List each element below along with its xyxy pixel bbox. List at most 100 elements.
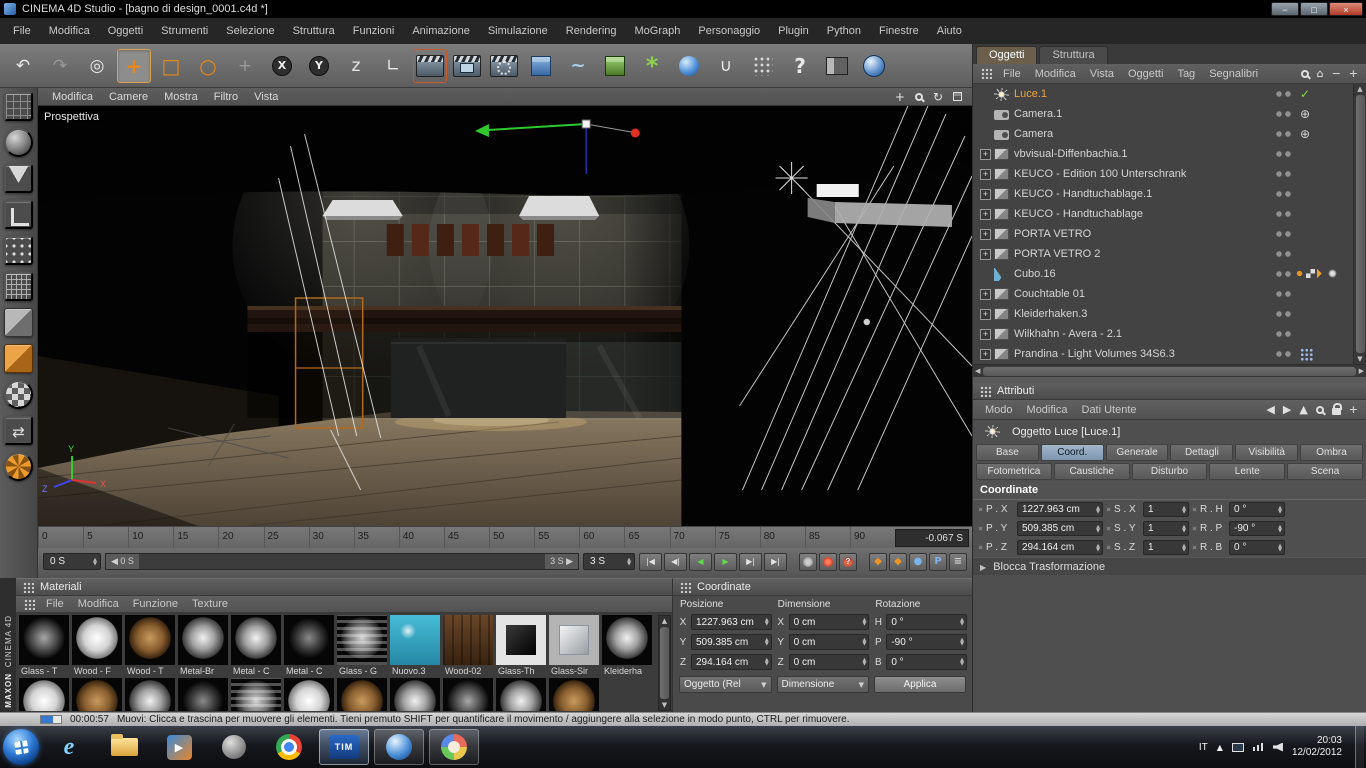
visibility-dots[interactable] [1273, 264, 1295, 284]
object-tag[interactable] [1295, 344, 1353, 364]
lock-icon[interactable] [1331, 402, 1342, 415]
autokey-button[interactable] [819, 552, 837, 571]
link-checkbox[interactable] [978, 526, 983, 531]
prev-key-button[interactable]: ◀| [664, 552, 687, 571]
minimize-button[interactable]: − [1271, 2, 1299, 16]
polygons-mode-icon[interactable] [4, 308, 33, 337]
language-indicator[interactable]: IT [1199, 742, 1208, 753]
timeline-track[interactable]: ◀ 0 S 3 S ▶ [105, 553, 579, 570]
rotation-field[interactable]: 0 ° ▲ ▼ [886, 654, 968, 670]
scale-field[interactable]: 1 ▲ ▼ [1143, 502, 1189, 517]
object-manager-menu-item[interactable]: Tag [1170, 64, 1202, 84]
material-thumbnail[interactable] [390, 678, 440, 711]
move-tool-button[interactable]: + [117, 48, 151, 83]
object-manager-menu-item[interactable]: Vista [1083, 64, 1121, 84]
object-tag[interactable] [1295, 144, 1353, 164]
record-options-button[interactable]: ? [839, 552, 857, 571]
materials-menu-item[interactable]: Modifica [71, 596, 126, 613]
new-window-icon[interactable]: + [1349, 403, 1358, 416]
expand-toggle[interactable] [980, 284, 991, 304]
menu-item[interactable]: Finestre [870, 18, 928, 44]
volume-tray-icon[interactable] [1272, 742, 1283, 752]
position-field[interactable]: 1227.963 cm ▲ ▼ [691, 614, 772, 630]
key-scale-toggle[interactable]: ◆ [889, 552, 907, 571]
material-item[interactable] [178, 678, 229, 711]
taskbar-explorer-button[interactable] [99, 729, 149, 765]
parent-object-icon[interactable]: ▲ [1299, 403, 1307, 416]
material-item[interactable]: Wood - T [125, 615, 176, 676]
spinner-icon[interactable]: ▲ ▼ [1182, 524, 1186, 533]
rotate-tool-button[interactable]: ○ [191, 49, 225, 83]
attribute-tab[interactable]: Dettagli [1170, 444, 1234, 461]
search-icon[interactable] [1315, 405, 1324, 414]
visibility-dots[interactable] [1273, 124, 1295, 144]
material-item[interactable] [72, 678, 123, 711]
taskbar-clock[interactable]: 20:03 12/02/2012 [1292, 735, 1346, 759]
menu-item[interactable]: Oggetti [99, 18, 152, 44]
material-thumbnail[interactable] [337, 615, 387, 665]
object-tag[interactable] [1295, 184, 1353, 204]
attribute-tab[interactable]: Disturbo [1131, 463, 1208, 480]
content-browser-button[interactable] [857, 49, 891, 83]
object-tag[interactable] [1295, 284, 1353, 304]
coordinate-system-button[interactable]: ∟ [376, 49, 410, 83]
scrollbar-thumb[interactable] [660, 627, 669, 699]
material-item[interactable]: Metal-Br [178, 615, 229, 676]
add-generator-button[interactable] [598, 49, 632, 83]
rotation-field[interactable]: 0 ° ▲ ▼ [1229, 540, 1285, 555]
material-thumbnail[interactable] [72, 678, 122, 711]
material-item[interactable]: Glass - T [19, 615, 70, 676]
range-end-marker[interactable]: 3 S ▶ [545, 554, 578, 569]
display-mode-button[interactable] [820, 49, 854, 83]
collapse-triangle-icon[interactable]: ▶ [980, 563, 986, 572]
expand-toggle[interactable] [980, 224, 991, 244]
expand-toggle[interactable] [980, 244, 991, 264]
spinner-icon[interactable]: ▲ ▼ [627, 557, 631, 566]
start-button[interactable] [3, 729, 39, 765]
play-button[interactable]: ▶ [714, 552, 737, 571]
maximize-button[interactable]: □ [1300, 2, 1328, 16]
help-button[interactable]: ? [783, 49, 817, 83]
network-tray-icon[interactable] [1231, 742, 1244, 752]
viewport-menu-item[interactable]: Filtro [206, 88, 246, 106]
material-thumbnail[interactable] [178, 678, 228, 711]
coordinate-mode-dropdown[interactable]: Oggetto (Rel ▼ [679, 676, 772, 693]
apply-button[interactable]: Applica [874, 676, 966, 693]
visibility-dots[interactable] [1273, 204, 1295, 224]
material-thumbnail[interactable] [231, 615, 281, 665]
material-item[interactable] [19, 678, 70, 711]
material-thumbnail[interactable] [178, 615, 228, 665]
spinner-icon[interactable]: ▲ ▼ [1278, 524, 1282, 533]
undo-button[interactable]: ↶ [6, 49, 40, 83]
object-tree-row[interactable]: PORTA VETRO 2 [973, 244, 1353, 264]
attributes-header[interactable]: Attributi [973, 383, 1366, 400]
object-tag[interactable] [1295, 204, 1353, 224]
object-tag[interactable] [1295, 84, 1353, 104]
manager-tab[interactable]: Oggetti [976, 46, 1038, 64]
object-label[interactable]: KEUCO - Edition 100 Unterschrank [1014, 168, 1273, 180]
menu-item[interactable]: MoGraph [626, 18, 690, 44]
coordinates-header[interactable]: Coordinate [673, 579, 972, 596]
menu-item[interactable]: Struttura [284, 18, 344, 44]
spinner-icon[interactable]: ▲ ▼ [1096, 505, 1100, 514]
object-tree-row[interactable]: Couchtable 01 [973, 284, 1353, 304]
key-pla-toggle[interactable]: ≡ [949, 552, 967, 571]
search-icon[interactable] [1300, 69, 1309, 78]
material-item[interactable]: Glass - G [337, 615, 388, 676]
object-label[interactable]: Luce.1 [1014, 88, 1273, 100]
goto-end-button[interactable]: ▶| [764, 552, 787, 571]
material-thumbnail[interactable] [337, 678, 387, 711]
spinner-icon[interactable]: ▲ ▼ [960, 638, 964, 647]
taskbar-tim-button[interactable]: TIM [319, 729, 369, 765]
scale-field[interactable]: 1 ▲ ▼ [1143, 540, 1189, 555]
spinner-icon[interactable]: ▲ ▼ [1182, 543, 1186, 552]
link-checkbox[interactable] [1192, 526, 1197, 531]
expand-toggle[interactable] [980, 104, 991, 124]
materials-scrollbar[interactable]: ▲ ▼ [658, 615, 671, 711]
scroll-left-icon[interactable]: ◀ [975, 367, 980, 375]
material-thumbnail[interactable] [443, 678, 493, 711]
scroll-down-icon[interactable]: ▼ [1357, 355, 1362, 363]
viewport-menu-item[interactable]: Vista [246, 88, 286, 106]
material-item[interactable]: Wood-02 [443, 615, 494, 676]
expand-toggle[interactable] [980, 344, 991, 364]
